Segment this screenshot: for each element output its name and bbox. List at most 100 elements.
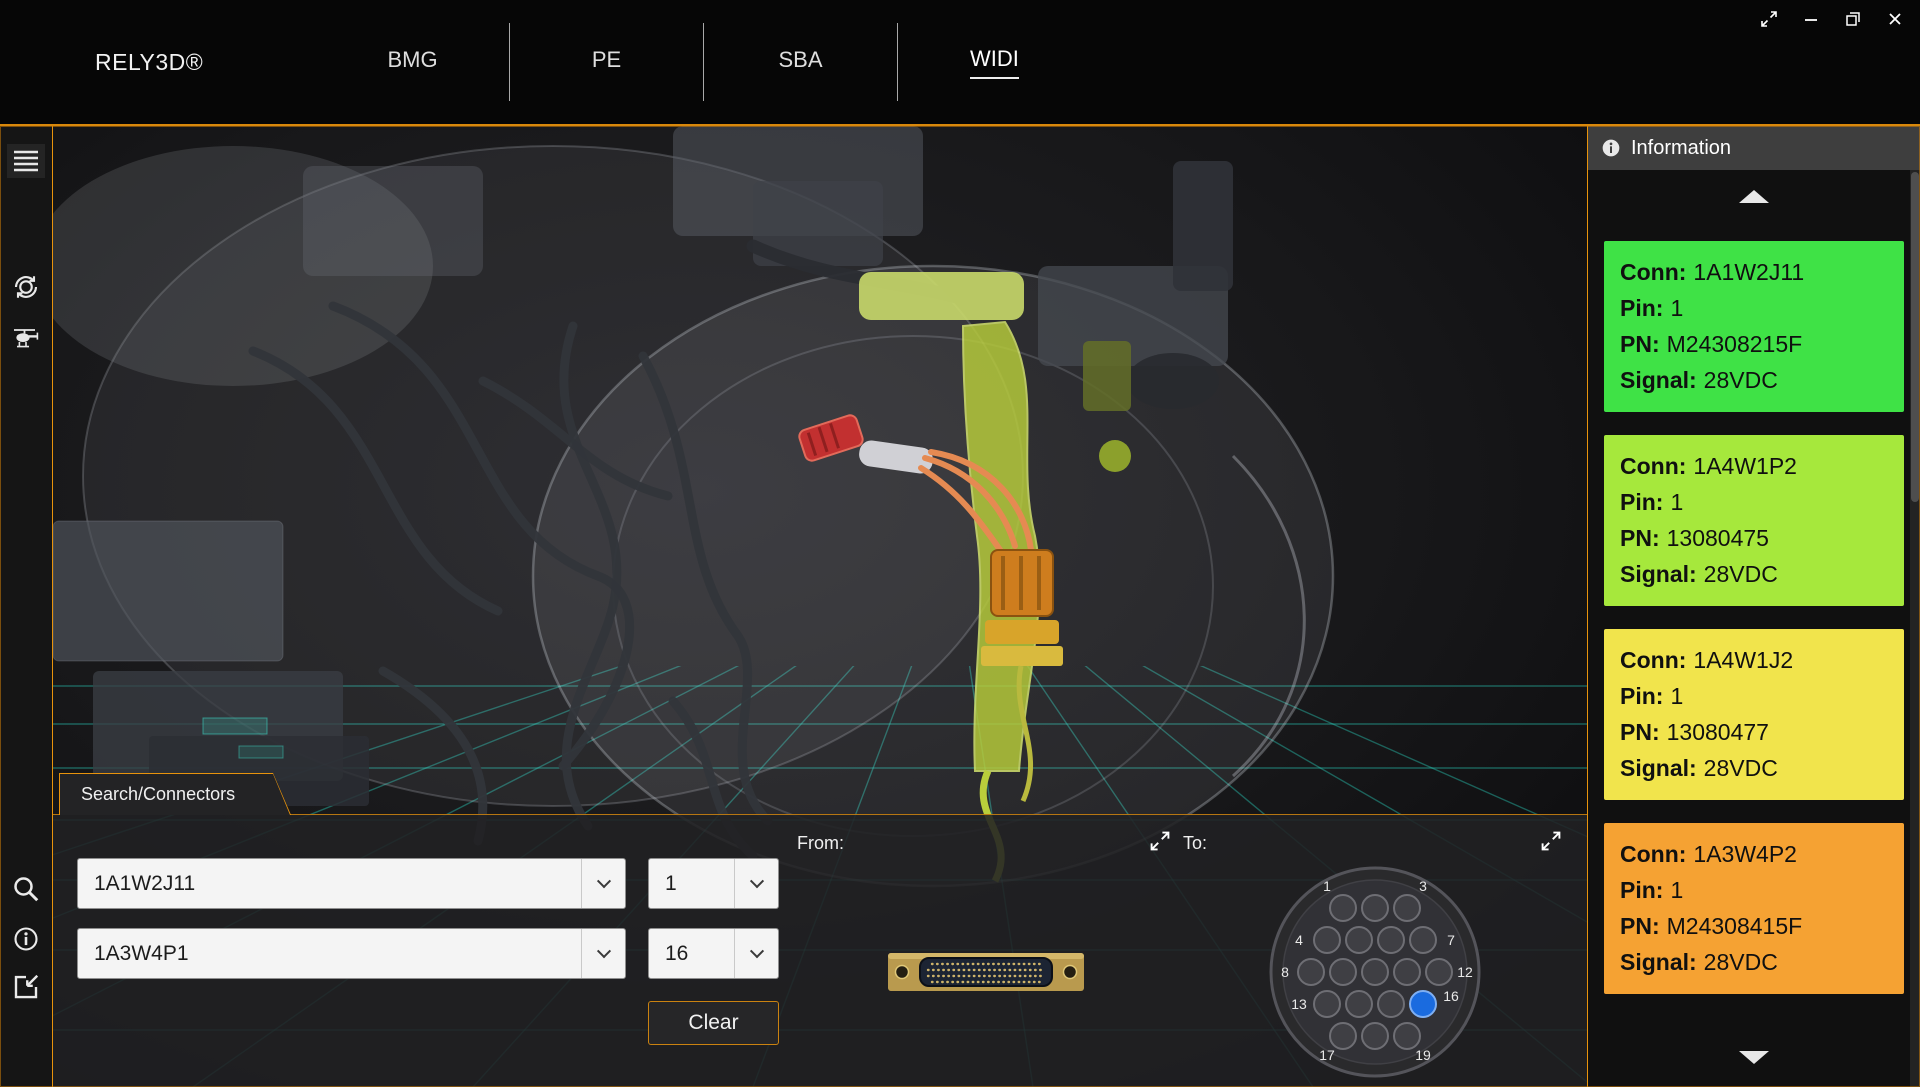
nav-tab-sba-label: SBA [778, 46, 823, 72]
pin-label: 1 [1323, 878, 1331, 894]
from-connector-select[interactable]: 1A1W2J11 [77, 858, 626, 909]
nav-tab-pe[interactable]: PE [510, 47, 703, 78]
info-scrollbar[interactable] [1910, 170, 1920, 1087]
fullscreen-button[interactable] [1756, 6, 1782, 32]
connector-pin[interactable] [1409, 926, 1437, 954]
information-title: Information [1631, 136, 1732, 159]
pin-value: 1 [1670, 295, 1684, 321]
connector-pin[interactable] [1393, 958, 1421, 986]
search-connectors-tab[interactable]: Search/Connectors [59, 773, 291, 815]
from-pin-value: 1 [665, 871, 677, 895]
report-icon [14, 974, 39, 999]
connector-pin[interactable] [1393, 1022, 1421, 1050]
scrollbar-thumb[interactable] [1911, 172, 1919, 502]
from-connector-face-view[interactable] [886, 941, 1086, 1001]
to-pin-value: 16 [665, 941, 689, 965]
signal-value: 28VDC [1703, 367, 1778, 393]
chevron-down-icon [581, 859, 625, 908]
pin-label: Pin: [1620, 877, 1664, 903]
connector-pin[interactable] [1345, 926, 1373, 954]
pin-label: 7 [1447, 932, 1455, 948]
info-tool-button[interactable] [11, 924, 41, 954]
connector-pin[interactable] [1361, 894, 1389, 922]
to-connector-select[interactable]: 1A3W4P1 [77, 928, 626, 979]
pin-label: 12 [1457, 964, 1473, 980]
3d-viewport[interactable]: Search/Connectors 1A1W2J11 1 1A3W4P1 16 … [52, 126, 1588, 1087]
expand-to-view-button[interactable] [1539, 829, 1565, 855]
to-pin-select[interactable]: 16 [648, 928, 779, 979]
signal-value: 28VDC [1703, 755, 1778, 781]
dsub-screw-hole [1062, 964, 1078, 980]
restore-button[interactable] [1840, 6, 1866, 32]
connection-card[interactable]: Conn: 1A4W1P2 Pin: 1 PN: 13080475 Signal: 28… [1604, 435, 1904, 606]
connector-pin[interactable] [1425, 958, 1453, 986]
clear-button[interactable]: Clear [648, 1001, 779, 1045]
to-connector-face-view[interactable]: 1 3 4 7 8 12 13 16 17 19 [1263, 860, 1487, 1084]
search-tab-label: Search/Connectors [81, 784, 236, 804]
connector-pin[interactable] [1329, 958, 1357, 986]
connector-pin[interactable] [1345, 990, 1373, 1018]
brand-logo: RELY3D® [95, 48, 204, 75]
connector-pin[interactable] [1329, 1022, 1357, 1050]
nav-tab-widi[interactable]: WIDI [898, 46, 1091, 79]
nav-tab-sba[interactable]: SBA [704, 47, 897, 78]
report-tool-button[interactable] [11, 972, 41, 1002]
search-icon [14, 877, 39, 902]
minimize-button[interactable] [1798, 6, 1824, 32]
close-button[interactable] [1882, 6, 1908, 32]
dsub-screw-hole [894, 964, 910, 980]
scroll-up-button[interactable] [1739, 190, 1769, 203]
orbit-rotate-button[interactable] [11, 272, 41, 302]
pin-label: Pin: [1620, 683, 1664, 709]
nav-tab-bmg[interactable]: BMG [316, 47, 509, 78]
signal-label: Signal: [1620, 755, 1697, 781]
connection-card[interactable]: Conn: 1A3W4P2 Pin: 1 PN: M24308415F Signal:… [1604, 823, 1904, 994]
expand-arrows-icon [1150, 831, 1170, 851]
connection-card[interactable]: Conn: 1A4W1J2 Pin: 1 PN: 13080477 Signal: 28… [1604, 629, 1904, 800]
connector-pin[interactable] [1297, 958, 1325, 986]
connector-pin[interactable] [1377, 990, 1405, 1018]
scroll-down-button[interactable] [1739, 1051, 1769, 1064]
dsub-insert [919, 957, 1053, 987]
chevron-down-icon [734, 929, 778, 978]
connector-pin[interactable] [1361, 958, 1389, 986]
pn-value: M24308215F [1666, 331, 1803, 357]
pn-label: PN: [1620, 913, 1660, 939]
pn-value: 13080477 [1666, 719, 1769, 745]
conn-value: 1A4W1P2 [1693, 453, 1797, 479]
pn-label: PN: [1620, 331, 1660, 357]
signal-label: Signal: [1620, 367, 1697, 393]
search-tool-button[interactable] [11, 874, 41, 904]
chevron-down-icon [581, 929, 625, 978]
information-panel: Information Conn: 1A1W2J11 Pin: 1 PN: M2430… [1588, 126, 1920, 1087]
main-nav: RELY3D® BMG PE SBA WIDI [0, 0, 1091, 124]
connection-cards: Conn: 1A1W2J11 Pin: 1 PN: M24308215F Signal… [1604, 241, 1904, 994]
conn-label: Conn: [1620, 841, 1687, 867]
from-label: From: [797, 833, 844, 853]
connection-card[interactable]: Conn: 1A1W2J11 Pin: 1 PN: M24308215F Signal… [1604, 241, 1904, 412]
to-connector-value: 1A3W4P1 [94, 941, 189, 965]
connector-pin[interactable] [1393, 894, 1421, 922]
information-header: Information [1588, 126, 1920, 170]
connector-pin[interactable] [1329, 894, 1357, 922]
connector-pin[interactable] [1361, 1022, 1389, 1050]
pin-label: 16 [1443, 988, 1459, 1004]
menu-button[interactable] [7, 144, 45, 178]
helicopter-view-button[interactable] [11, 324, 41, 354]
connector-pin[interactable] [1313, 990, 1341, 1018]
expand-from-view-button[interactable] [1148, 829, 1174, 855]
connector-pin[interactable] [1377, 926, 1405, 954]
pin-label: 19 [1415, 1047, 1431, 1063]
helicopter-icon [14, 329, 39, 348]
conn-value: 1A4W1J2 [1693, 647, 1794, 673]
connector-pin[interactable] [1313, 926, 1341, 954]
pin-value: 1 [1670, 683, 1684, 709]
pin-value: 1 [1670, 489, 1684, 515]
connector-pin-16-selected[interactable] [1409, 990, 1437, 1018]
signal-value: 28VDC [1703, 561, 1778, 587]
app-window: RELY3D® BMG PE SBA WIDI Search/Connector… [0, 0, 1920, 1087]
chevron-down-icon [734, 859, 778, 908]
minimize-icon [1805, 19, 1817, 21]
from-pin-select[interactable]: 1 [648, 858, 779, 909]
pin-label: 3 [1419, 878, 1427, 894]
